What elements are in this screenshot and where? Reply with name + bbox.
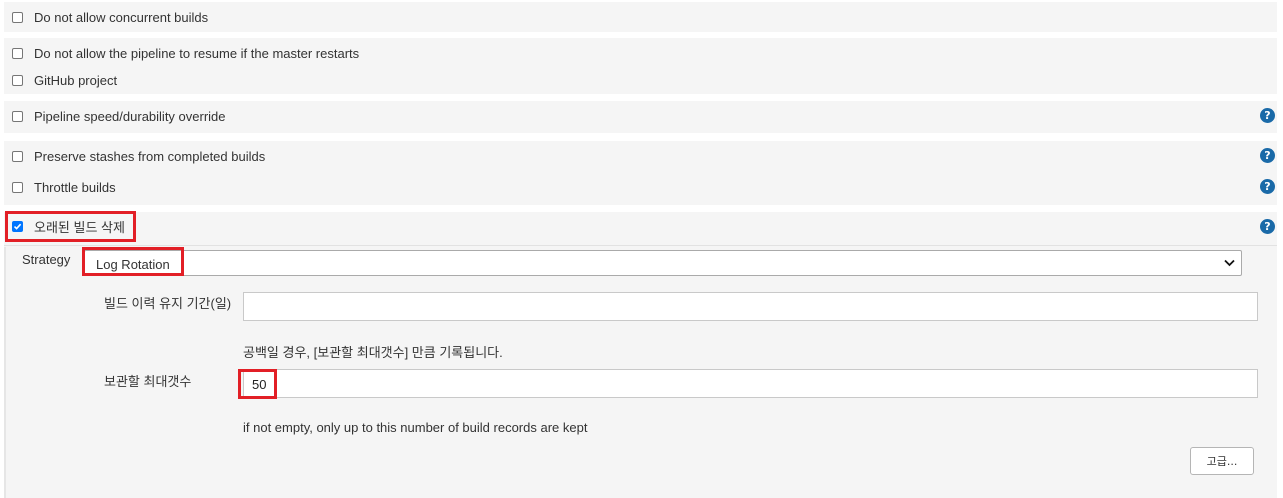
option-pipeline-speed[interactable]: Pipeline speed/durability override <box>12 107 226 125</box>
checkbox[interactable] <box>12 47 23 59</box>
strategy-select[interactable]: Log Rotation <box>84 250 1242 276</box>
days-to-keep-hint: 공백일 경우, [보관할 최대갯수] 만큼 기록됩니다. <box>243 345 503 360</box>
days-to-keep-input[interactable] <box>243 292 1258 321</box>
option-no-resume[interactable]: Do not allow the pipeline to resume if t… <box>12 44 359 62</box>
advanced-button[interactable]: 고급... <box>1190 447 1254 475</box>
option-discard-old-builds[interactable]: 오래된 빌드 삭제 <box>12 217 125 235</box>
checkbox-checked[interactable] <box>12 220 23 232</box>
help-icon[interactable]: ? <box>1260 148 1275 163</box>
option-label: Throttle builds <box>34 179 116 195</box>
check-icon <box>13 223 22 230</box>
checkbox[interactable] <box>12 181 23 193</box>
max-builds-label: 보관할 최대갯수 <box>104 374 192 389</box>
option-throttle-builds[interactable]: Throttle builds <box>12 178 116 196</box>
help-icon[interactable]: ? <box>1260 108 1275 123</box>
max-builds-input[interactable]: 50 <box>243 369 1258 398</box>
option-github-project[interactable]: GitHub project <box>12 71 117 89</box>
checkbox[interactable] <box>12 110 23 122</box>
option-label: 오래된 빌드 삭제 <box>34 219 125 235</box>
option-label: Preserve stashes from completed builds <box>34 148 266 164</box>
chevron-down-icon <box>1224 259 1235 267</box>
nested-section-top <box>4 245 1277 246</box>
help-icon[interactable]: ? <box>1260 179 1275 194</box>
option-label: Do not allow the pipeline to resume if t… <box>34 45 360 61</box>
checkbox[interactable] <box>12 74 23 86</box>
highlight-box <box>238 369 277 399</box>
strategy-label: Strategy <box>22 252 71 267</box>
highlight-box <box>82 247 184 276</box>
max-builds-hint: if not empty, only up to this number of … <box>243 420 588 435</box>
option-label: Pipeline speed/durability override <box>34 108 226 124</box>
option-no-concurrent-builds[interactable]: Do not allow concurrent builds <box>12 8 208 26</box>
checkbox[interactable] <box>12 150 23 162</box>
option-label: GitHub project <box>34 72 118 88</box>
help-icon[interactable]: ? <box>1260 219 1275 234</box>
checkbox[interactable] <box>12 11 23 23</box>
days-to-keep-label: 빌드 이력 유지 기간(일) <box>104 296 232 311</box>
option-label: Do not allow concurrent builds <box>34 9 209 25</box>
option-preserve-stashes[interactable]: Preserve stashes from completed builds <box>12 147 265 165</box>
nested-section-border <box>4 247 6 498</box>
